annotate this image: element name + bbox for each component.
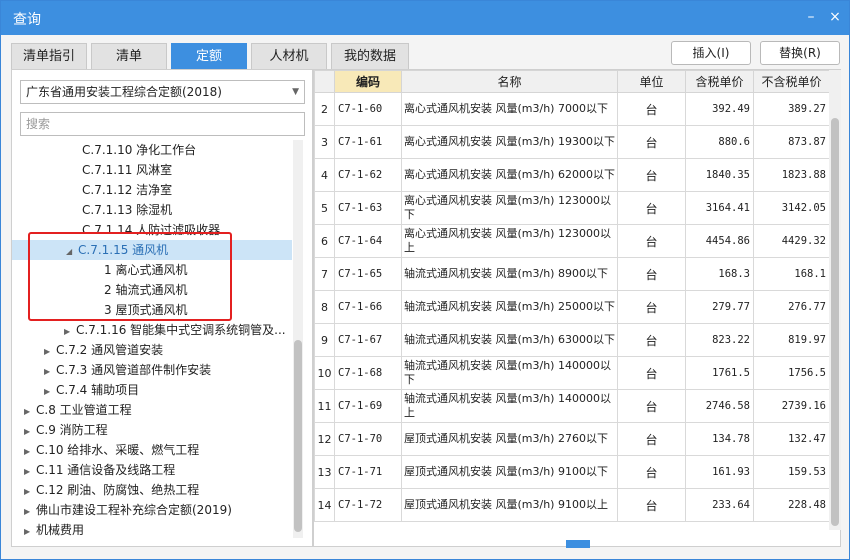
table-header-row: 编码 名称 单位 含税单价 不含税单价	[314, 70, 830, 93]
table-row[interactable]: 2 C7-1-60 离心式通风机安装 风量(m3/h) 7000以下台 392.49 3…	[314, 92, 830, 126]
quota-table-panel: 编码 名称 单位 含税单价 不含税单价 2 C7-1-60 离心式通风机安装 风量(…	[313, 69, 841, 548]
table-row[interactable]: 6 C7-1-64 离心式通风机安装 风量(m3/h) 123000以上台 4454.…	[314, 224, 830, 258]
tree-node[interactable]: C.7.1.12 洁净室	[70, 180, 172, 200]
col-header-notax-price[interactable]: 不含税单价	[753, 70, 830, 93]
quota-tree: C.7.1.10 净化工作台 C.7.1.11 风淋室 C.7.1.12 洁净室…	[12, 140, 300, 546]
tree-node[interactable]: C.7.1.10 净化工作台	[70, 140, 196, 160]
replace-button[interactable]: 替换(R)	[760, 41, 840, 65]
tab-materials[interactable]: 人材机	[251, 43, 327, 69]
table-row[interactable]: 7 C7-1-65 轴流式通风机安装 风量(m3/h) 8900以下台 168.3 16…	[314, 257, 830, 291]
tree-node[interactable]: ▶ C.7.1.16 智能集中式空调系统铜管及...	[64, 320, 286, 340]
minimize-icon[interactable]: –	[801, 7, 821, 27]
quota-table: 编码 名称 单位 含税单价 不含税单价 2 C7-1-60 离心式通风机安装 风量(…	[314, 70, 830, 522]
tree-node[interactable]: ▶ C.7.3 通风管道部件制作安装	[44, 360, 211, 380]
tree-node[interactable]: ▶ C.8 工业管道工程	[24, 400, 132, 420]
table-scrollbar[interactable]	[829, 70, 841, 530]
scrollbar-thumb[interactable]	[831, 118, 839, 526]
table-row[interactable]: 12 C7-1-70 屋顶式通风机安装 风量(m3/h) 2760以下台 134.78…	[314, 422, 830, 456]
tree-node[interactable]: C.7.1.11 风淋室	[70, 160, 172, 180]
tab-bill[interactable]: 清单	[91, 43, 167, 69]
tree-node[interactable]: C.7.1.13 除湿机	[70, 200, 172, 220]
tree-node[interactable]: ▶ 机械费用	[24, 520, 84, 540]
tree-node[interactable]: ▶ C.7.4 辅助项目	[44, 380, 139, 400]
tree-node[interactable]: ▶ 佛山市建设工程补充综合定额(2019)	[24, 500, 232, 520]
table-row[interactable]: 9 C7-1-67 轴流式通风机安装 风量(m3/h) 63000以下台 823.22…	[314, 323, 830, 357]
table-row[interactable]: 8 C7-1-66 轴流式通风机安装 风量(m3/h) 25000以下台 279.77…	[314, 290, 830, 324]
tree-scrollbar[interactable]	[293, 140, 303, 538]
tree-node[interactable]: ▶ C.11 通信设备及线路工程	[24, 460, 175, 480]
col-header-name[interactable]: 名称	[401, 70, 618, 93]
col-header-index	[314, 70, 335, 93]
close-icon[interactable]: ×	[825, 7, 845, 27]
tree-node[interactable]: ▶ C.12 刷油、防腐蚀、绝热工程	[24, 480, 199, 500]
panel-resize-handle[interactable]	[566, 540, 590, 548]
table-row[interactable]: 3 C7-1-61 离心式通风机安装 风量(m3/h) 19300以下台 880.6 8…	[314, 125, 830, 159]
tab-quota[interactable]: 定额	[171, 43, 247, 69]
table-row[interactable]: 10 C7-1-68 轴流式通风机安装 风量(m3/h) 140000以下台 1761…	[314, 356, 830, 390]
insert-button[interactable]: 插入(I)	[671, 41, 751, 65]
highlight-annotation-box	[28, 232, 232, 321]
table-row[interactable]: 5 C7-1-63 离心式通风机安装 风量(m3/h) 123000以下台 3164.…	[314, 191, 830, 225]
col-header-unit[interactable]: 单位	[617, 70, 686, 93]
table-row[interactable]: 11 C7-1-69 轴流式通风机安装 风量(m3/h) 140000以上台 2746…	[314, 389, 830, 423]
quota-library-dropdown[interactable]: 广东省通用安装工程综合定额(2018) ▼	[20, 80, 305, 104]
table-row[interactable]: 4 C7-1-62 离心式通风机安装 风量(m3/h) 62000以下台 1840.3…	[314, 158, 830, 192]
tab-my-data[interactable]: 我的数据	[331, 43, 409, 69]
tab-bill-guide[interactable]: 清单指引	[11, 43, 87, 69]
chevron-down-icon: ▼	[292, 87, 299, 97]
dropdown-value: 广东省通用安装工程综合定额(2018)	[26, 85, 222, 99]
tree-node[interactable]: ▶ C.7.2 通风管道安装	[44, 340, 163, 360]
scrollbar-thumb[interactable]	[294, 340, 302, 532]
window-title: 查询	[13, 12, 41, 28]
table-row[interactable]: 13 C7-1-71 屋顶式通风机安装 风量(m3/h) 9100以下台 161.93…	[314, 455, 830, 489]
tree-node[interactable]: ▶ C.9 消防工程	[24, 420, 108, 440]
tree-node[interactable]: ▶ C.10 给排水、采暖、燃气工程	[24, 440, 199, 460]
table-row[interactable]: 14 C7-1-72 屋顶式通风机安装 风量(m3/h) 9100以上台 233.64…	[314, 488, 830, 522]
title-bar: 查询 – ×	[1, 1, 849, 35]
query-window: 查询 – × 清单指引 清单 定额 人材机 我的数据 插入(I) 替换(R) 广…	[0, 0, 850, 560]
search-input[interactable]: 搜索	[20, 112, 305, 136]
col-header-tax-price[interactable]: 含税单价	[685, 70, 754, 93]
col-header-code[interactable]: 编码	[334, 70, 402, 93]
